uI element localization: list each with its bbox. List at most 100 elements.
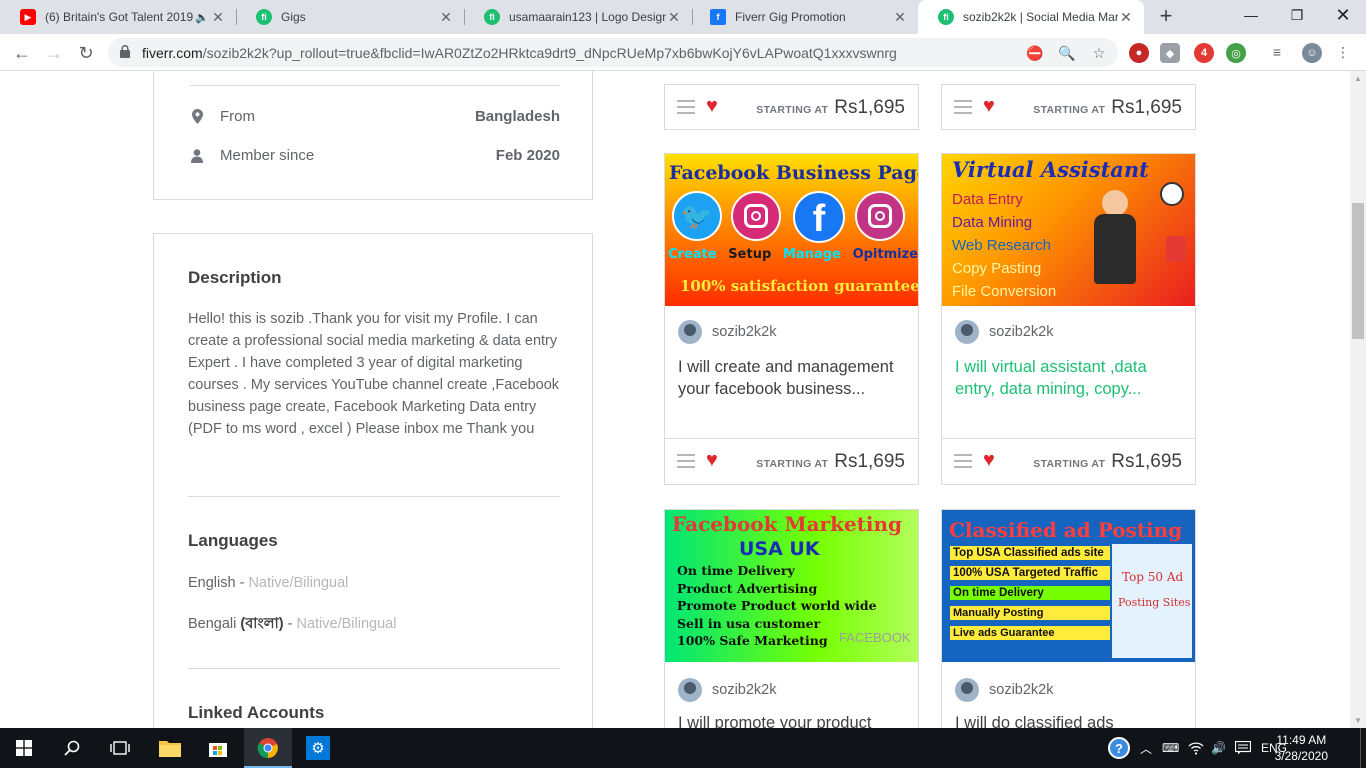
wifi-icon[interactable] [1188, 728, 1204, 768]
browser-toolbar: ← → ↻ fiverr.com/sozib2k2k?up_rollout=tr… [0, 34, 1366, 71]
gig-title[interactable]: I will virtual assistant ,data entry, da… [955, 356, 1185, 400]
thumb-line: Top USA Classified ads site [950, 546, 1110, 560]
gig-thumbnail[interactable]: Facebook Business Page 🐦 f Create Setup … [665, 154, 918, 306]
tab-sozib2k2k[interactable]: fi sozib2k2k | Social Media Mark ✕ [918, 0, 1144, 34]
gig-seller[interactable]: sozib2k2k [678, 320, 776, 344]
reload-button[interactable]: ↻ [73, 40, 99, 66]
search-icon[interactable] [48, 728, 96, 768]
seller-name: sozib2k2k [989, 324, 1054, 340]
gig-menu-icon[interactable] [954, 454, 972, 468]
gig-seller[interactable]: sozib2k2k [955, 320, 1053, 344]
tab-youtube[interactable]: ▶ (6) Britain's Got Talent 2019 🔈 ✕ [0, 0, 236, 34]
input-method-icon[interactable]: ⌨ [1162, 728, 1179, 768]
from-row: From Bangladesh [190, 108, 560, 125]
tray-overflow-icon[interactable]: ︿ [1140, 728, 1152, 768]
tab-fiverr-gig-promotion[interactable]: f Fiverr Gig Promotion ✕ [690, 0, 918, 34]
thumb-word: Manage [782, 247, 841, 262]
blocked-content-icon[interactable]: ⛔ [1026, 44, 1044, 62]
windows-start-icon[interactable] [0, 728, 48, 768]
chrome-taskbar-icon[interactable] [244, 728, 292, 768]
green-extension-icon[interactable]: ◎ [1226, 43, 1246, 63]
thumb-line: 100% USA Targeted Traffic [950, 566, 1110, 580]
lock-icon [120, 45, 130, 58]
thumb-line: Web Research [952, 237, 1051, 254]
zoom-icon[interactable]: 🔍 [1058, 44, 1076, 62]
close-window-icon[interactable]: ✕ [1320, 0, 1366, 30]
address-bar[interactable]: fiverr.com/sozib2k2k?up_rollout=true&fbc… [108, 38, 1118, 67]
gig-card[interactable]: Facebook Marketing USA UK On time Delive… [664, 509, 919, 728]
gig-card[interactable]: Facebook Business Page 🐦 f Create Setup … [664, 153, 919, 485]
settings-taskbar-icon[interactable]: ⚙ [294, 728, 342, 768]
browser-tab-strip: ▶ (6) Britain's Got Talent 2019 🔈 ✕ fi G… [0, 0, 1366, 34]
gig-price[interactable]: STARTING AT Rs1,695 [1033, 451, 1182, 473]
tab-title: Fiverr Gig Promotion [735, 10, 846, 24]
gig-seller[interactable]: sozib2k2k [955, 678, 1053, 702]
fiverr-profile-page: From Bangladesh Member since Feb 2020 De… [0, 71, 1350, 728]
extension-icon[interactable]: ● [1129, 43, 1149, 63]
close-tab-icon[interactable]: ✕ [210, 9, 226, 25]
taskbar-clock[interactable]: 11:49 AM 3/28/2020 [1275, 732, 1328, 764]
back-button[interactable]: ← [9, 40, 35, 66]
gig-thumbnail[interactable]: Classified ad Posting Top USA Classified… [942, 510, 1195, 662]
browser-menu-icon[interactable]: ⋮ [1334, 43, 1352, 61]
url-path: /sozib2k2k?up_rollout=true&fbclid=IwAR0Z… [202, 45, 897, 61]
task-view-icon[interactable] [96, 728, 144, 768]
reading-list-icon[interactable]: ≡ [1268, 43, 1286, 61]
gig-thumbnail[interactable]: Facebook Marketing USA UK On time Delive… [665, 510, 918, 662]
store-icon[interactable] [194, 728, 242, 768]
gig-title[interactable]: I will do classified ads [955, 712, 1185, 728]
close-tab-icon[interactable]: ✕ [438, 9, 454, 25]
notification-icon[interactable] [1235, 728, 1251, 768]
gig-menu-icon[interactable] [954, 100, 972, 114]
page-scrollbar[interactable]: ▲ ▼ [1350, 71, 1366, 728]
fiverr-icon: fi [484, 9, 500, 25]
gig-seller[interactable]: sozib2k2k [678, 678, 776, 702]
minimize-icon[interactable]: — [1228, 0, 1274, 30]
favorite-heart-icon[interactable]: ♥ [706, 450, 718, 470]
close-tab-icon[interactable]: ✕ [1118, 9, 1134, 25]
profile-avatar[interactable]: ☺ [1302, 43, 1322, 63]
gig-title[interactable]: I will promote your product [678, 712, 908, 728]
audio-muted-icon[interactable]: 🔈 [194, 9, 210, 25]
gig-card[interactable]: Virtual Assistant Data Entry Data Mining… [941, 153, 1196, 485]
gig-price[interactable]: STARTING AT Rs1,695 [756, 451, 905, 473]
starting-at-label: STARTING AT [1033, 104, 1106, 116]
tab-gigs[interactable]: fi Gigs ✕ [236, 0, 464, 34]
scrollbar-thumb[interactable] [1352, 203, 1364, 339]
file-explorer-icon[interactable] [146, 728, 194, 768]
shield-extension-icon[interactable]: ◆ [1160, 43, 1180, 63]
language-item: English - Native/Bilingual [188, 575, 349, 591]
close-tab-icon[interactable]: ✕ [892, 9, 908, 25]
scroll-up-icon[interactable]: ▲ [1354, 74, 1362, 83]
favorite-heart-icon[interactable]: ♥ [983, 96, 995, 116]
new-tab-button[interactable]: + [1154, 5, 1178, 29]
gig-menu-icon[interactable] [677, 454, 695, 468]
gig-thumbnail[interactable]: Virtual Assistant Data Entry Data Mining… [942, 154, 1195, 306]
help-icon[interactable]: ? [1108, 728, 1130, 768]
tab-usamaarain[interactable]: fi usamaarain123 | Logo Design, ✕ [464, 0, 692, 34]
divider [188, 668, 560, 669]
scroll-down-icon[interactable]: ▼ [1354, 716, 1362, 725]
gig-title[interactable]: I will create and management your facebo… [678, 356, 908, 400]
youtube-icon: ▶ [20, 9, 36, 25]
thumb-line: File Conversion [952, 283, 1057, 300]
seller-name: sozib2k2k [712, 682, 777, 698]
bookmark-star-icon[interactable]: ☆ [1090, 44, 1108, 62]
seller-avatar [678, 678, 702, 702]
gig-price[interactable]: STARTING AT Rs1,695 [756, 97, 905, 119]
gig-card[interactable]: Classified ad Posting Top USA Classified… [941, 509, 1196, 728]
close-tab-icon[interactable]: ✕ [666, 9, 682, 25]
thumb-list: Top USA Classified ads site 100% USA Tar… [950, 546, 1110, 640]
volume-icon[interactable]: 🔊 [1211, 728, 1226, 768]
thumb-heading: Facebook Marketing [672, 512, 903, 536]
seller-avatar [955, 678, 979, 702]
favorite-heart-icon[interactable]: ♥ [706, 96, 718, 116]
forward-button[interactable]: → [41, 40, 67, 66]
gig-menu-icon[interactable] [677, 100, 695, 114]
show-desktop-button[interactable] [1360, 728, 1366, 768]
favorite-heart-icon[interactable]: ♥ [983, 450, 995, 470]
extension-badge-icon[interactable]: 4 [1194, 43, 1214, 63]
restore-icon[interactable]: ❐ [1274, 0, 1320, 30]
gig-price[interactable]: STARTING AT Rs1,695 [1033, 97, 1182, 119]
seller-info-card: From Bangladesh Member since Feb 2020 [153, 71, 593, 200]
